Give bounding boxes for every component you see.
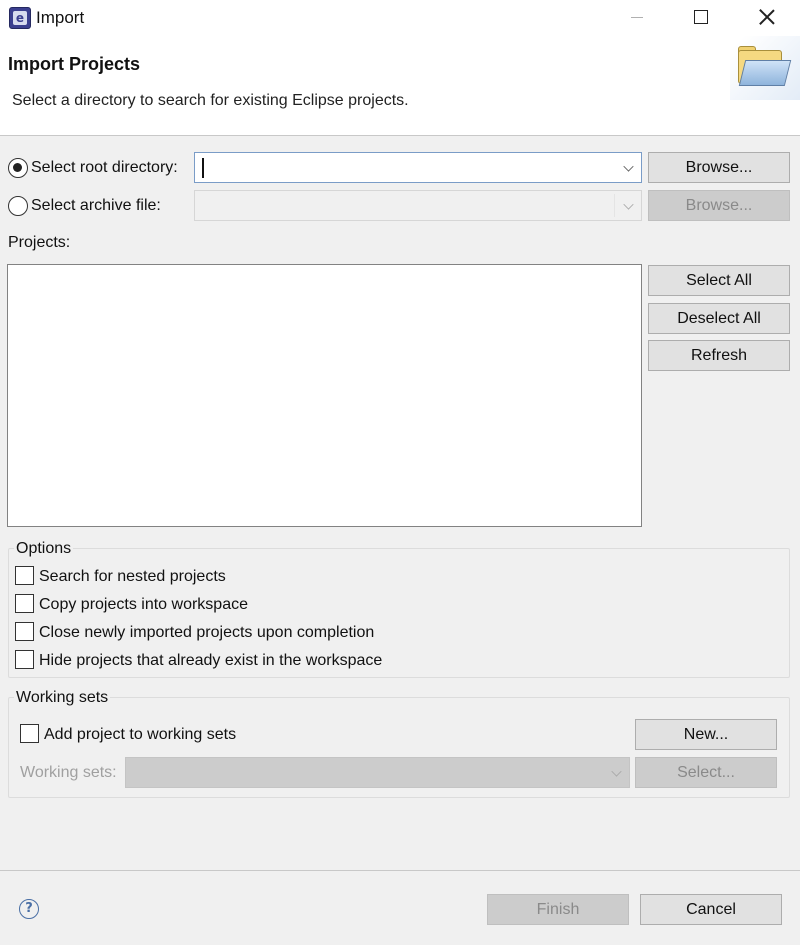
projects-label: Projects: [8, 234, 71, 251]
footer-divider [0, 870, 800, 871]
title-bar: e Import [0, 0, 800, 36]
open-folder-icon [730, 36, 800, 100]
finish-button[interactable]: Finish [487, 894, 629, 925]
working-sets-label: Working sets: [20, 764, 117, 781]
select-working-sets-button[interactable]: Select... [635, 757, 777, 788]
add-to-working-sets-checkbox[interactable] [20, 724, 39, 743]
wizard-banner: Import Projects Select a directory to se… [0, 36, 800, 136]
hide-existing-label: Hide projects that already exist in the … [39, 652, 383, 669]
text-cursor [202, 158, 204, 178]
root-directory-label: Select root directory: [31, 159, 178, 176]
folder-front-shape [738, 60, 792, 86]
add-to-working-sets-label: Add project to working sets [44, 726, 237, 743]
working-sets-group-title: Working sets [14, 689, 111, 707]
search-nested-label: Search for nested projects [39, 568, 226, 585]
chevron-down-icon[interactable] [623, 161, 634, 172]
combo-separator [614, 194, 615, 217]
refresh-button[interactable]: Refresh [648, 340, 790, 371]
eclipse-icon: e [9, 7, 31, 29]
minimize-button[interactable] [610, 0, 664, 34]
close-imported-label: Close newly imported projects upon compl… [39, 624, 375, 641]
options-group-title: Options [14, 540, 74, 558]
browse-root-button[interactable]: Browse... [648, 152, 790, 183]
archive-file-combo[interactable] [194, 190, 642, 221]
close-button[interactable] [740, 0, 794, 34]
copy-projects-checkbox[interactable] [15, 594, 34, 613]
copy-projects-label: Copy projects into workspace [39, 596, 248, 613]
working-sets-combo[interactable] [125, 757, 630, 788]
page-title: Import Projects [8, 54, 141, 74]
hide-existing-checkbox[interactable] [15, 650, 34, 669]
chevron-down-icon[interactable] [623, 199, 634, 210]
window-title: Import [36, 8, 85, 27]
cancel-button[interactable]: Cancel [640, 894, 782, 925]
help-icon[interactable]: ? [19, 899, 39, 919]
new-working-set-button[interactable]: New... [635, 719, 777, 750]
maximize-button[interactable] [674, 0, 728, 34]
root-directory-input[interactable] [203, 153, 603, 182]
close-imported-checkbox[interactable] [15, 622, 34, 641]
archive-file-label: Select archive file: [31, 197, 161, 214]
root-directory-radio[interactable] [8, 158, 28, 178]
select-all-button[interactable]: Select All [648, 265, 790, 296]
page-description: Select a directory to search for existin… [12, 92, 409, 109]
deselect-all-button[interactable]: Deselect All [648, 303, 790, 334]
minimize-icon [631, 16, 643, 18]
search-nested-checkbox[interactable] [15, 566, 34, 585]
browse-archive-button[interactable]: Browse... [648, 190, 790, 221]
chevron-down-icon[interactable] [611, 766, 622, 777]
root-directory-combo[interactable] [194, 152, 642, 183]
close-icon [759, 9, 775, 25]
projects-list[interactable] [7, 264, 642, 527]
eclipse-icon-glyph: e [13, 11, 27, 25]
archive-file-radio[interactable] [8, 196, 28, 216]
maximize-icon [694, 10, 708, 24]
